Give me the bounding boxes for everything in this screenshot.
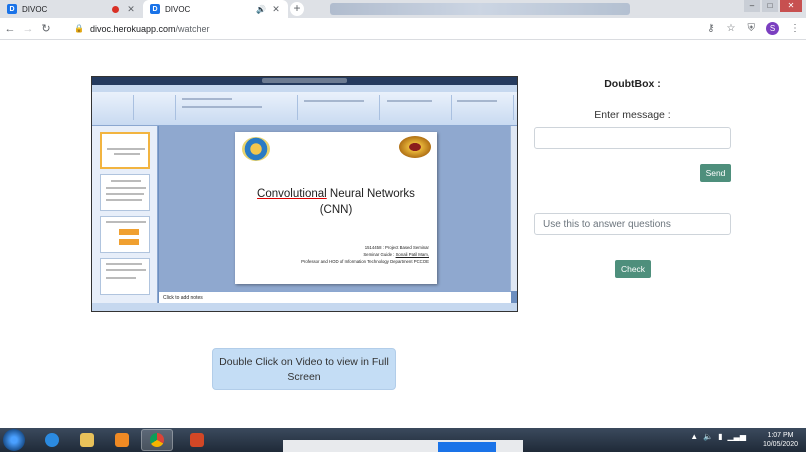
shared-screen-video[interactable]: Convolutional Neural Networks (CNN) 1514… — [91, 76, 518, 312]
powerpoint-statusbar — [92, 303, 517, 311]
screen-share-notification — [283, 440, 523, 452]
window-controls: – □ ✕ — [744, 0, 802, 12]
minimize-button[interactable]: – — [744, 0, 760, 12]
check-button[interactable]: Check — [615, 260, 651, 278]
clock-date: 10/05/2020 — [762, 441, 798, 448]
reload-icon[interactable]: ↻ — [38, 22, 54, 35]
volume-icon[interactable]: 🔈 — [703, 432, 713, 441]
address-bar[interactable]: divoc.herokuapp.com/watcher — [90, 24, 701, 34]
taskbar-ie-icon[interactable] — [36, 429, 68, 451]
key-icon[interactable]: ⚷ — [707, 23, 714, 34]
notification-action-button[interactable] — [438, 442, 496, 452]
enter-message-label: Enter message : — [594, 109, 671, 121]
url-host: divoc.herokuapp.com — [89, 23, 176, 34]
doubtbox-title: DoubtBox : — [604, 78, 661, 90]
taskbar-clock[interactable]: 1:07 PM 10/05/2020 — [763, 431, 798, 449]
slide-thumbnails-pane — [92, 126, 158, 304]
start-button-icon[interactable] — [3, 429, 25, 451]
current-slide: Convolutional Neural Networks (CNN) 1514… — [235, 132, 437, 284]
tray-arrow-icon[interactable]: ▲ — [690, 432, 698, 441]
browser-tab-bar: D DIVOC ✕ D DIVOC 🔊 ✕ + – □ ✕ — [0, 0, 806, 18]
forward-arrow-icon[interactable]: → — [20, 23, 36, 35]
fullscreen-hint-button[interactable]: Double Click on Video to view in Full Sc… — [212, 348, 396, 390]
maximize-button[interactable]: □ — [762, 0, 778, 12]
recording-icon — [112, 5, 119, 13]
divoc-favicon-icon: D — [150, 4, 160, 14]
answer-input[interactable]: Use this to answer questions — [534, 213, 731, 235]
close-tab-icon[interactable]: ✕ — [270, 4, 282, 15]
tab-title: DIVOC — [22, 4, 48, 14]
url-path: /watcher — [175, 23, 210, 34]
browser-toolbar: ← → ↻ 🔒 divoc.herokuapp.com/watcher ⚷ ☆ … — [0, 18, 806, 40]
system-tray: ▲ 🔈 ▮ ▁▃▅ — [690, 432, 746, 441]
shield-extension-icon[interactable]: ⛨ — [748, 23, 756, 34]
powerpoint-ribbon — [92, 92, 517, 126]
slide-canvas: Convolutional Neural Networks (CNN) 1514… — [159, 126, 511, 291]
new-tab-button[interactable]: + — [290, 2, 304, 16]
close-tab-icon[interactable]: ✕ — [125, 4, 137, 15]
taskbar-chrome-icon[interactable] — [141, 429, 173, 451]
speaker-icon[interactable]: 🔊 — [256, 5, 266, 14]
lock-icon[interactable]: 🔒 — [74, 24, 84, 33]
divoc-favicon-icon: D — [7, 4, 17, 14]
message-input[interactable] — [534, 127, 731, 149]
tab-title: DIVOC — [165, 4, 191, 14]
clock-time: 1:07 PM — [767, 432, 794, 439]
college-logo-icon — [242, 137, 270, 161]
tab-divoc-1[interactable]: D DIVOC ✕ — [0, 0, 143, 18]
taskbar-powerpoint-icon[interactable] — [181, 429, 213, 451]
slide-title: Convolutional Neural Networks (CNN) — [257, 188, 415, 216]
slide-subtitle: 1514458 : Project Based Seminar Seminar … — [301, 245, 429, 264]
signal-icon[interactable]: ▁▃▅ — [728, 432, 746, 441]
powerpoint-titlebar — [92, 77, 517, 85]
send-button[interactable]: Send — [700, 164, 731, 182]
network-icon[interactable]: ▮ — [718, 432, 722, 441]
taskbar-media-player-icon[interactable] — [106, 429, 138, 451]
university-seal-icon — [399, 136, 431, 158]
taskbar-explorer-icon[interactable] — [71, 429, 103, 451]
profile-avatar[interactable]: S — [766, 22, 779, 35]
close-window-button[interactable]: ✕ — [780, 0, 802, 12]
star-icon[interactable]: ☆ — [727, 23, 736, 34]
window-title-blurred — [330, 3, 630, 15]
back-arrow-icon[interactable]: ← — [2, 23, 18, 35]
menu-kebab-icon[interactable]: ⋮ — [790, 23, 800, 34]
powerpoint-ribbon-tabs — [92, 85, 517, 92]
tab-divoc-2[interactable]: D DIVOC 🔊 ✕ — [143, 0, 288, 18]
slide-scrollbar — [510, 126, 517, 291]
